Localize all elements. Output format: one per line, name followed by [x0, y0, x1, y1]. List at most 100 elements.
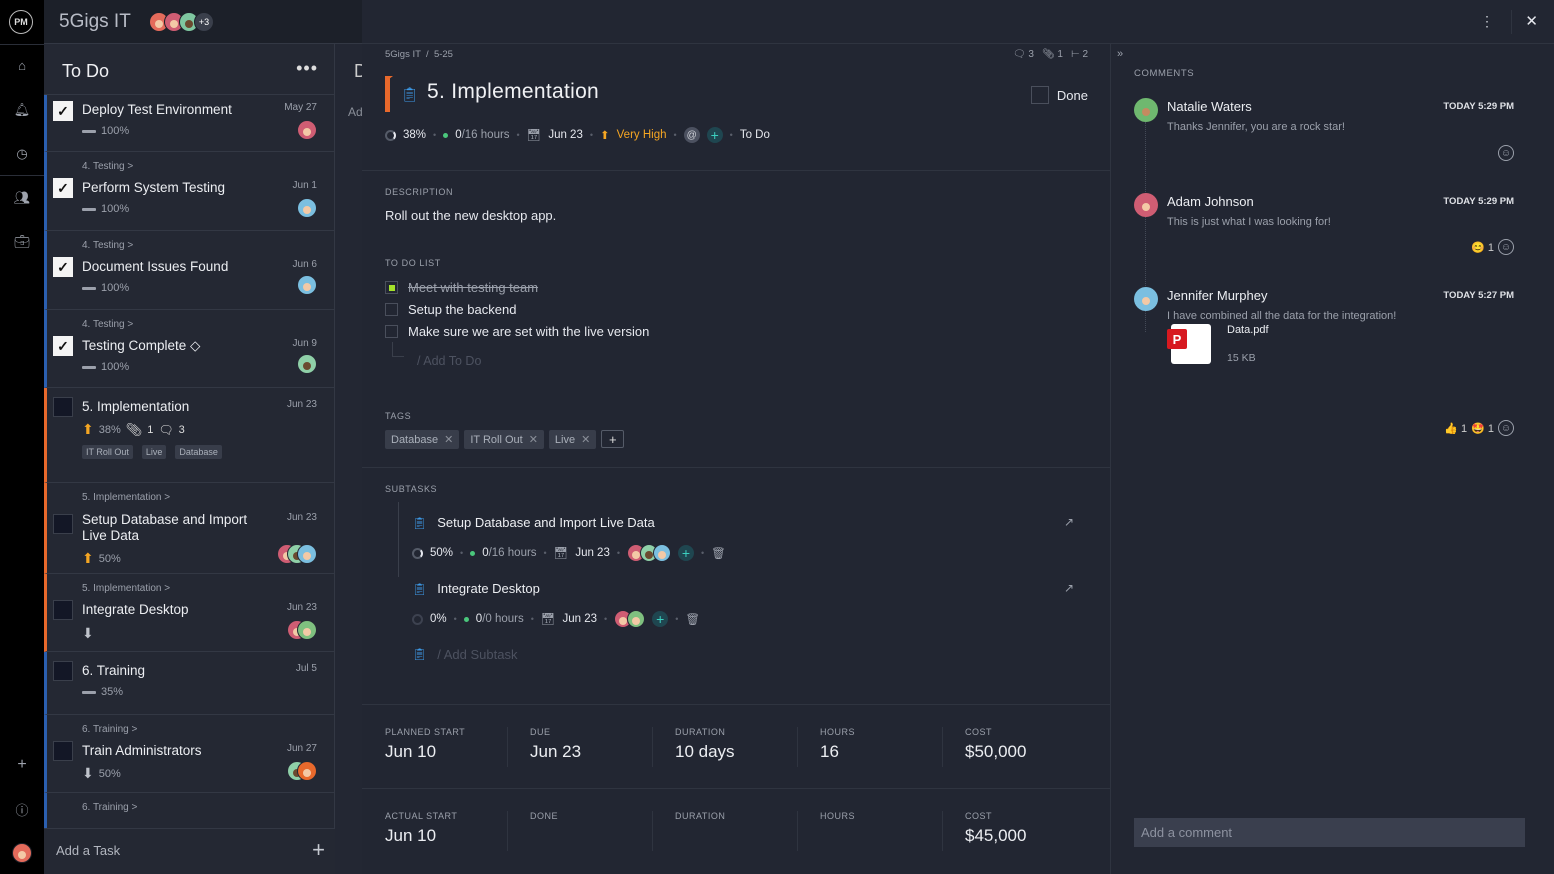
todo-checkbox[interactable] [385, 303, 398, 316]
task-checkbox[interactable]: ✓ [53, 257, 73, 277]
reaction[interactable]: 😊 1 [1471, 241, 1494, 254]
task-card[interactable]: 6. Training Jul 5 35% [44, 652, 334, 715]
assignee-icon[interactable]: @ [683, 127, 700, 143]
column-menu-icon[interactable]: ••• [296, 58, 318, 79]
pdf-file-icon[interactable]: P [1167, 324, 1211, 364]
task-parent[interactable]: 6. Training > [82, 724, 137, 735]
close-icon[interactable]: ✕ [1525, 12, 1538, 30]
bell-icon[interactable]: 🔔︎ [0, 102, 44, 118]
task-card[interactable]: 5. Implementation > Setup Database and I… [44, 483, 334, 574]
task-checkbox[interactable]: ✓ [53, 101, 73, 121]
todo-item[interactable]: Setup the backend [385, 302, 516, 317]
add-task-button[interactable]: Add a Task + [44, 828, 335, 874]
subtask-title-row[interactable]: 📋︎ Integrate Desktop [412, 581, 540, 596]
stat-actual-duration[interactable]: DURATION [652, 811, 797, 851]
todo-checkbox[interactable] [385, 281, 398, 294]
priority-value[interactable]: Very High [617, 129, 667, 141]
task-parent[interactable]: 4. Testing > [82, 161, 133, 172]
task-checkbox[interactable] [53, 661, 73, 681]
clock-icon[interactable]: ◷ [0, 146, 44, 162]
assignee-avatars[interactable] [614, 610, 646, 628]
task-card[interactable]: 6. Training > Train Administrators Jun 2… [44, 715, 334, 793]
plus-icon[interactable]: + [0, 756, 44, 774]
comment-input[interactable] [1134, 818, 1525, 847]
progress-value[interactable]: 38% [403, 129, 426, 141]
attachment-count[interactable]: 📎︎ 1 [1042, 49, 1063, 60]
task-checkbox[interactable] [53, 514, 73, 534]
add-reaction-icon[interactable]: ☺ [1498, 145, 1514, 161]
add-tag-button[interactable]: + [601, 430, 625, 448]
pm-logo[interactable]: PM [9, 10, 33, 34]
stat-done[interactable]: DONE [507, 811, 652, 851]
task-title[interactable]: 5. Implementation [427, 80, 599, 104]
task-checkbox[interactable] [53, 741, 73, 761]
member-avatars[interactable]: +3 [149, 12, 214, 32]
hours-value[interactable]: 0/16 hours [482, 547, 536, 559]
open-external-icon[interactable]: ↗ [1064, 515, 1074, 529]
user-avatar[interactable] [0, 843, 44, 863]
due-date[interactable]: Jun 23 [563, 613, 598, 625]
stat-duration[interactable]: DURATION 10 days [652, 727, 797, 767]
add-reaction-icon[interactable]: ☺ [1498, 239, 1514, 255]
more-options-icon[interactable]: ⋮ [1480, 13, 1494, 30]
add-todo-input[interactable]: / Add To Do [417, 354, 481, 368]
breadcrumb-project[interactable]: 5Gigs IT [385, 49, 421, 60]
collapse-panel-icon[interactable]: » [1117, 48, 1123, 60]
people-icon[interactable]: 👥︎ [0, 190, 44, 206]
status-value[interactable]: To Do [740, 129, 770, 141]
task-checkbox[interactable]: ✓ [53, 178, 73, 198]
task-card[interactable]: ✓ Deploy Test Environment May 27 100% [44, 95, 334, 152]
trash-icon[interactable]: 🗑︎ [711, 546, 726, 560]
tag-chip[interactable]: Database ✕ [385, 430, 460, 449]
done-column-peek[interactable]: D Ad [335, 44, 367, 874]
tag-chip[interactable]: Live ✕ [548, 430, 597, 449]
task-parent[interactable]: 5. Implementation > [82, 583, 170, 594]
progress-value[interactable]: 50% [430, 547, 453, 559]
tag-chip[interactable]: IT Roll Out ✕ [464, 430, 544, 449]
task-card[interactable]: 4. Testing > ✓ Perform System Testing Ju… [44, 152, 334, 231]
due-date[interactable]: Jun 23 [575, 547, 610, 559]
trash-icon[interactable]: 🗑︎ [685, 612, 700, 626]
task-checkbox[interactable] [53, 397, 73, 417]
task-parent[interactable]: 6. Training > [82, 802, 137, 813]
subtask-title-row[interactable]: 📋︎ Setup Database and Import Live Data [412, 515, 655, 530]
todo-item[interactable]: Make sure we are set with the live versi… [385, 324, 649, 339]
stat-actual-cost[interactable]: COST $45,000 [942, 811, 1087, 851]
attachment-name[interactable]: Data.pdf [1227, 324, 1269, 336]
progress-value[interactable]: 0% [430, 613, 447, 625]
remove-tag-icon[interactable]: ✕ [444, 433, 453, 446]
add-assignee-button[interactable]: + [706, 127, 723, 143]
hours-value[interactable]: 0/0 hours [476, 613, 524, 625]
reaction[interactable]: 👍 1 [1444, 422, 1467, 435]
assignee-avatars[interactable] [627, 544, 671, 562]
todo-checkbox[interactable] [385, 325, 398, 338]
remove-tag-icon[interactable]: ✕ [581, 433, 590, 446]
stat-due[interactable]: DUE Jun 23 [507, 727, 652, 767]
task-card-selected[interactable]: 5. Implementation Jun 23 ⬆ 38% 📎︎ 1 🗨︎ 3 I… [44, 388, 334, 483]
stat-hours[interactable]: HOURS 16 [797, 727, 942, 767]
add-task-button[interactable]: Ad [348, 105, 363, 119]
reaction[interactable]: 🤩 1 [1471, 422, 1494, 435]
task-parent[interactable]: 5. Implementation > [82, 492, 170, 503]
task-card[interactable]: 5. Implementation > Integrate Desktop Ju… [44, 574, 334, 652]
hours-value[interactable]: 0/16 hours [455, 129, 509, 141]
comment-count[interactable]: 🗨︎ 3 [1013, 49, 1034, 60]
stat-cost[interactable]: COST $50,000 [942, 727, 1087, 767]
stat-planned-start[interactable]: PLANNED START Jun 10 [362, 727, 507, 762]
task-checkbox[interactable]: ✓ [53, 336, 73, 356]
remove-tag-icon[interactable]: ✕ [529, 433, 538, 446]
task-parent[interactable]: 4. Testing > [82, 240, 133, 251]
add-subtask-input[interactable]: 📋︎ / Add Subtask [412, 647, 517, 662]
due-date[interactable]: Jun 23 [548, 129, 583, 141]
open-external-icon[interactable]: ↗ [1064, 581, 1074, 595]
task-checkbox[interactable] [53, 600, 73, 620]
description-text[interactable]: Roll out the new desktop app. [385, 208, 556, 223]
task-card[interactable]: 4. Testing > ✓ Document Issues Found Jun… [44, 231, 334, 310]
todo-item[interactable]: Meet with testing team [385, 280, 538, 295]
add-assignee-button[interactable]: + [652, 611, 669, 627]
task-card[interactable]: 4. Testing > ✓ Testing Complete ◇ Jun 9 … [44, 310, 334, 388]
task-parent[interactable]: 4. Testing > [82, 319, 133, 330]
help-icon[interactable]: ⓘ [0, 800, 44, 819]
done-checkbox[interactable]: Done [1030, 86, 1088, 104]
stat-actual-start[interactable]: ACTUAL START Jun 10 [362, 811, 507, 846]
